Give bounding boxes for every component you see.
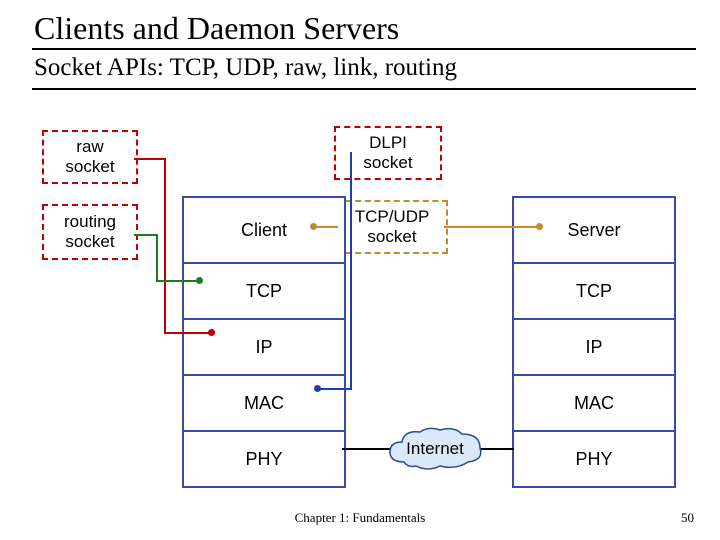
- tcpudp-socket-l2: socket: [367, 227, 416, 247]
- internet-cloud: Internet: [384, 424, 486, 474]
- internet-label: Internet: [406, 439, 464, 459]
- raw-connector: [134, 158, 166, 160]
- raw-socket-l1: raw: [76, 137, 103, 157]
- client-layer-top: Client: [184, 198, 344, 262]
- tcpudp-endpoint-dot-right: [536, 223, 543, 230]
- footer-text: Chapter 1: Fundamentals: [0, 510, 720, 526]
- tcpudp-connector-right: [444, 226, 540, 228]
- rule-sub: [32, 88, 696, 90]
- client-layer-phy: PHY: [184, 430, 344, 486]
- dlpi-socket-l1: DLPI: [369, 133, 407, 153]
- routing-endpoint-dot: [196, 277, 203, 284]
- page-number: 50: [681, 510, 694, 526]
- routing-connector: [134, 234, 158, 236]
- slide-subtitle: Socket APIs: TCP, UDP, raw, link, routin…: [34, 54, 457, 82]
- client-layer-mac: MAC: [184, 374, 344, 430]
- server-stack: Server TCP IP MAC PHY: [512, 196, 676, 488]
- dlpi-socket-l2: socket: [363, 153, 412, 173]
- routing-socket-l1: routing: [64, 212, 116, 232]
- raw-endpoint-dot: [208, 329, 215, 336]
- rule-top: [32, 48, 696, 50]
- server-layer-phy: PHY: [514, 430, 674, 486]
- raw-socket-box: raw socket: [42, 130, 138, 184]
- server-layer-tcp: TCP: [514, 262, 674, 318]
- server-layer-top: Server: [514, 198, 674, 262]
- raw-connector: [164, 158, 166, 334]
- routing-connector: [156, 234, 158, 282]
- raw-connector: [164, 332, 212, 334]
- client-layer-ip: IP: [184, 318, 344, 374]
- client-stack: Client TCP IP MAC PHY: [182, 196, 346, 488]
- tcpudp-connector-left: [314, 226, 338, 228]
- routing-socket-box: routing socket: [42, 204, 138, 260]
- routing-socket-l2: socket: [65, 232, 114, 252]
- dlpi-connector: [350, 152, 352, 390]
- routing-connector: [156, 280, 200, 282]
- slide-title: Clients and Daemon Servers: [34, 10, 399, 47]
- tcpudp-socket-l1: TCP/UDP: [355, 207, 430, 227]
- tcpudp-socket-box: TCP/UDP socket: [336, 200, 448, 254]
- tcpudp-endpoint-dot-left: [310, 223, 317, 230]
- dlpi-endpoint-dot: [314, 385, 321, 392]
- server-layer-ip: IP: [514, 318, 674, 374]
- raw-socket-l2: socket: [65, 157, 114, 177]
- client-layer-tcp: TCP: [184, 262, 344, 318]
- server-layer-mac: MAC: [514, 374, 674, 430]
- dlpi-connector: [318, 388, 352, 390]
